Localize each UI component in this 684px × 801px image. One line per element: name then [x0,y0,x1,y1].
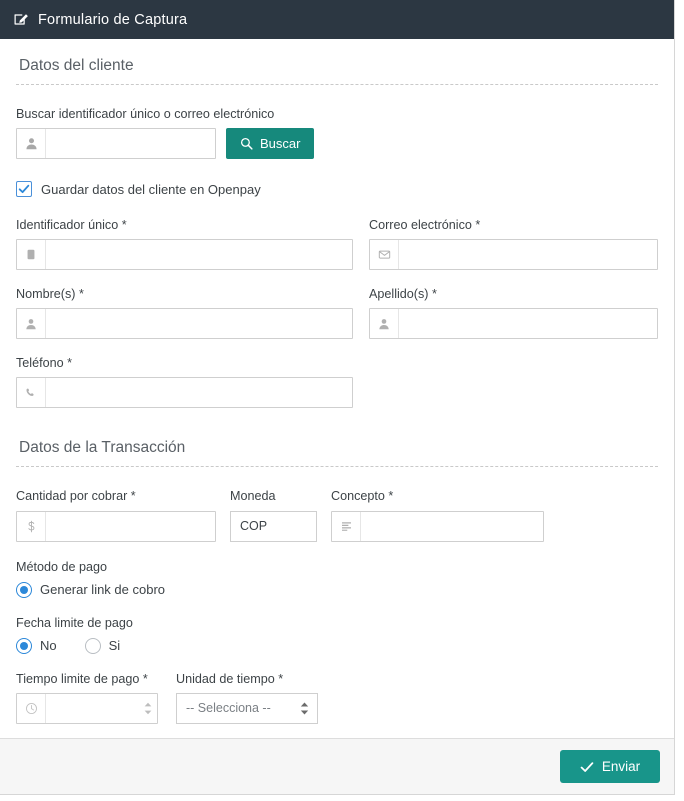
panel-footer: Enviar [0,738,674,794]
field-time-unit: Unidad de tiempo * -- Selecciona -- [176,672,318,724]
transaction-amount-row: Cantidad por cobrar * Moneda COP Concept… [16,489,658,542]
save-customer-checkbox-row[interactable]: Guardar datos del cliente en Openpay [16,181,658,198]
search-icon [240,137,253,150]
search-button-label: Buscar [260,136,301,152]
first-name-input[interactable] [45,309,352,339]
time-limit-label: Tiempo limite de pago * [16,671,148,686]
due-date-label: Fecha limite de pago [16,615,133,630]
time-unit-select[interactable]: -- Selecciona -- [176,692,318,724]
concept-input[interactable] [360,511,543,541]
field-currency: Moneda COP [230,489,317,542]
save-customer-checkbox[interactable] [16,181,32,198]
user-icon [370,309,398,338]
first-name-label: Nombre(s) * [16,287,84,302]
number-stepper[interactable] [139,694,157,723]
time-unit-label: Unidad de tiempo * [176,671,284,686]
radio-button-indicator[interactable] [16,581,32,598]
time-limit-input[interactable] [45,693,139,723]
last-name-label: Apellido(s) * [369,287,437,302]
envelope-icon [370,240,398,269]
radio-due-date-no[interactable]: No [16,637,57,654]
user-icon [17,129,45,158]
section-divider-customer [16,84,658,85]
radio-due-date-si[interactable]: Si [84,637,121,654]
phone-label: Teléfono * [16,356,73,371]
unique-id-input-group[interactable] [16,239,353,271]
capture-form-panel: Formulario de Captura Datos del cliente … [0,0,675,795]
field-time-limit: Tiempo limite de pago * [16,672,158,724]
section-divider-transaction [16,466,658,468]
radio-label: Si [108,638,121,654]
page-root: Formulario de Captura Datos del cliente … [0,0,684,801]
phone-input-group[interactable] [16,377,353,409]
chevron-down-icon [144,710,152,715]
unique-id-input[interactable] [45,240,352,270]
section-title-transaction: Datos de la Transacción [19,439,186,457]
search-block: Buscar identificador único o correo elec… [16,107,658,160]
currency-value[interactable]: COP [230,510,317,542]
chevron-up-icon [144,702,152,707]
field-last-name: Apellido(s) * [369,287,658,340]
radio-button-indicator[interactable] [84,637,101,654]
time-unit-select-wrap[interactable]: -- Selecciona -- [176,692,318,724]
radio-button-indicator[interactable] [16,637,32,654]
email-input-group[interactable] [369,239,658,271]
phone-input[interactable] [45,378,352,408]
edit-square-icon [14,12,29,27]
phone-icon [17,378,45,407]
id-card-icon [17,240,45,269]
align-left-icon [332,512,360,541]
panel-header: Formulario de Captura [0,0,674,39]
check-icon [580,760,594,774]
field-email: Correo electrónico * [369,218,658,271]
field-amount: Cantidad por cobrar * [16,489,216,542]
customer-fields-grid: Identificador único * Correo electrónico… [16,218,658,425]
radio-label: Generar link de cobro [40,582,166,598]
field-first-name: Nombre(s) * [16,287,353,340]
save-customer-checkbox-label: Guardar datos del cliente en Openpay [41,181,261,197]
check-icon [18,184,30,194]
last-name-input[interactable] [398,309,657,339]
time-limit-row: Tiempo limite de pago * Unidad de tiempo… [16,672,658,724]
submit-button[interactable]: Enviar [560,750,660,783]
clock-icon [17,694,45,723]
dollar-icon [17,512,45,541]
amount-input[interactable] [45,511,215,541]
field-concept: Concepto * [331,489,544,542]
field-unique-id: Identificador único * [16,218,353,271]
chevron-down-icon [300,710,309,715]
time-limit-input-group[interactable] [16,692,158,724]
submit-button-label: Enviar [601,759,641,774]
currency-label: Moneda [230,489,276,504]
amount-input-group[interactable] [16,510,216,542]
payment-method-block: Método de pago Generar link de cobro [16,560,658,598]
search-label: Buscar identificador único o correo elec… [16,107,275,121]
chevron-up-icon [300,702,309,707]
last-name-input-group[interactable] [369,308,658,340]
email-label: Correo electrónico * [369,218,481,233]
due-date-block: Fecha limite de pago No Si [16,616,658,654]
concept-label: Concepto * [331,489,394,504]
amount-label: Cantidad por cobrar * [16,489,136,504]
radio-generar-link[interactable]: Generar link de cobro [16,581,166,598]
due-date-options: No Si [16,637,658,654]
search-input[interactable] [45,129,215,159]
panel-title: Formulario de Captura [38,11,188,28]
email-input[interactable] [398,240,657,270]
field-phone: Teléfono * [16,356,353,409]
search-input-group[interactable] [16,128,216,160]
search-button[interactable]: Buscar [226,128,315,160]
panel-body: Datos del cliente Buscar identificador ú… [0,39,674,738]
payment-method-label: Método de pago [16,559,108,574]
radio-label: No [40,638,57,654]
payment-method-options: Generar link de cobro [16,581,658,598]
search-row: Buscar [16,128,658,160]
unique-id-label: Identificador único * [16,218,127,233]
select-arrows-icon [300,693,309,724]
user-icon [17,309,45,338]
concept-input-group[interactable] [331,510,544,542]
section-title-customer: Datos del cliente [19,57,134,74]
first-name-input-group[interactable] [16,308,353,340]
